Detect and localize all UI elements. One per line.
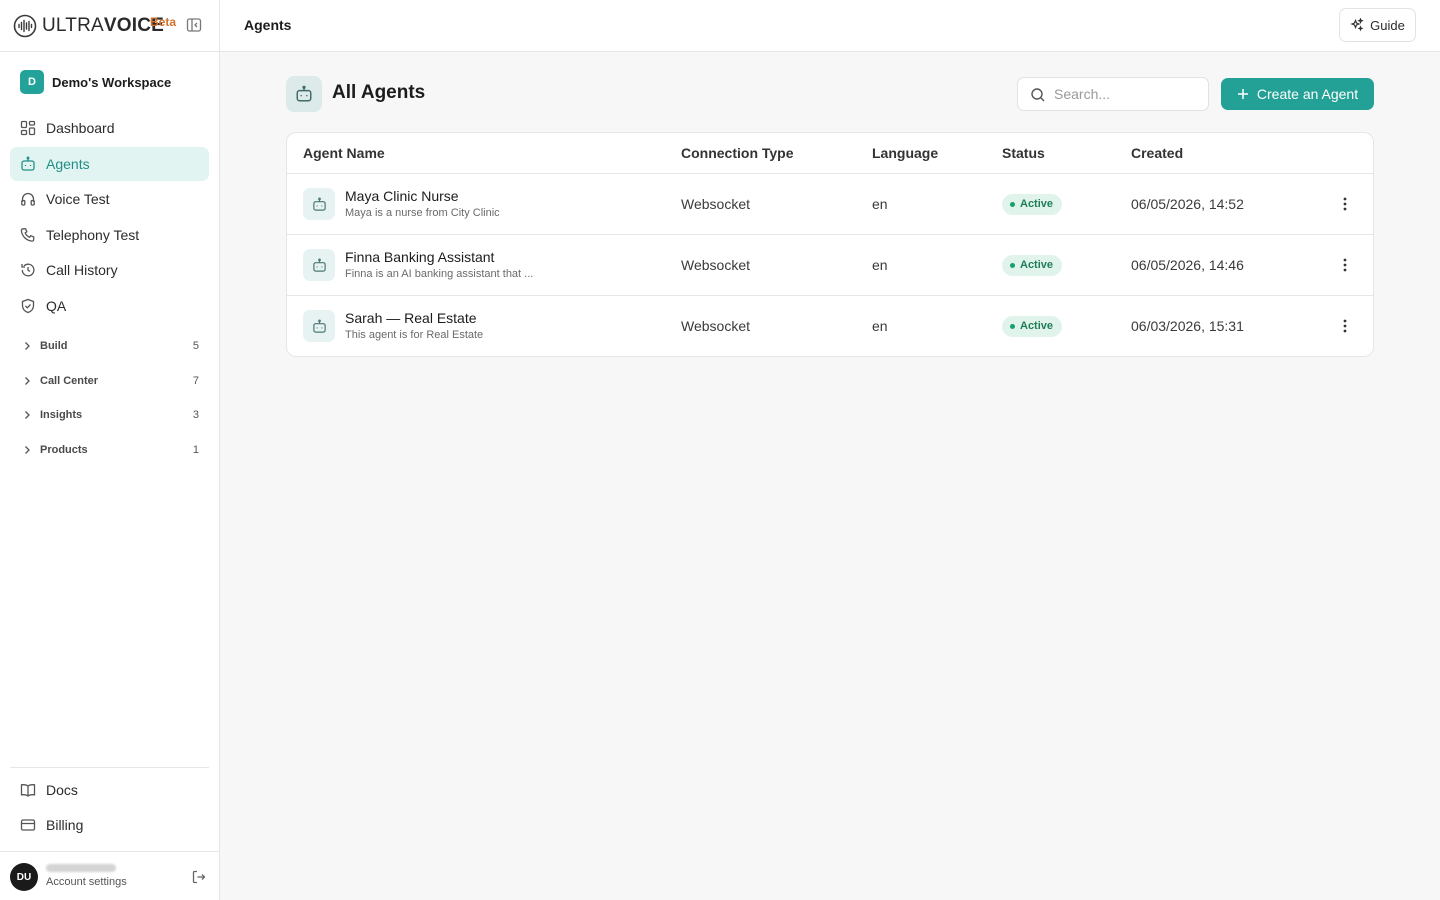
search-box (1017, 77, 1209, 111)
top-bar: Agents Guide (220, 0, 1440, 52)
sidebar-item-agents[interactable]: Agents (10, 147, 209, 181)
sidebar: ULTRAVOICE Beta D Demo's Workspace Dashb… (0, 0, 220, 900)
table-row[interactable]: Finna Banking Assistant Finna is an AI b… (287, 235, 1373, 296)
agent-avatar (303, 188, 335, 220)
column-header[interactable]: Language (872, 145, 938, 161)
status-badge: Active (1002, 255, 1063, 276)
sidebar-item-docs[interactable]: Docs (10, 773, 209, 807)
agents-table: Agent Name Connection Type Language Stat… (286, 132, 1374, 357)
created-date: 06/05/2026, 14:46 (1131, 257, 1244, 273)
bot-icon (312, 197, 326, 211)
column-header[interactable]: Status (1002, 145, 1045, 161)
row-actions-button[interactable] (1337, 255, 1353, 275)
group-count: 7 (192, 375, 199, 387)
shield-check-icon (21, 298, 35, 314)
group-count: 5 (192, 340, 199, 352)
sidebar-group-products[interactable]: Products 1 (10, 435, 209, 465)
chevron-right-icon (25, 446, 30, 454)
table-row[interactable]: Maya Clinic Nurse Maya is a nurse from C… (287, 174, 1373, 235)
brand-header: ULTRAVOICE Beta (0, 0, 219, 52)
headphones-icon (21, 192, 35, 206)
sidebar-item-billing[interactable]: Billing (10, 808, 209, 842)
row-actions-button[interactable] (1337, 194, 1353, 214)
sparkles-icon (1350, 18, 1364, 32)
agent-name: Maya Clinic Nurse (345, 188, 459, 204)
connection-type: Websocket (681, 257, 750, 273)
create-agent-button[interactable]: Create an Agent (1221, 78, 1374, 110)
sidebar-item-qa[interactable]: QA (10, 289, 209, 323)
phone-icon (20, 228, 35, 242)
column-header[interactable]: Agent Name (303, 145, 385, 161)
group-count: 1 (192, 444, 199, 456)
search-icon (1031, 88, 1045, 102)
agents-section-icon (286, 76, 322, 112)
language: en (872, 257, 888, 273)
search-input[interactable] (1054, 84, 1202, 104)
workspace-switcher[interactable]: D Demo's Workspace (10, 64, 209, 100)
sidebar-group-build[interactable]: Build 5 (10, 331, 209, 361)
logout-icon[interactable] (191, 869, 207, 885)
agent-name: Finna Banking Assistant (345, 249, 495, 265)
sidebar-item-dashboard[interactable]: Dashboard (10, 111, 209, 145)
more-vertical-icon (1343, 258, 1347, 272)
credit-card-icon (20, 819, 36, 831)
history-icon (21, 263, 35, 277)
group-count: 3 (192, 409, 199, 421)
workspace-name: Demo's Workspace (52, 74, 172, 90)
beta-badge: Beta (150, 15, 177, 29)
bot-icon (312, 258, 326, 272)
avatar: DU (10, 863, 38, 891)
book-icon (20, 784, 36, 797)
more-vertical-icon (1343, 197, 1347, 211)
sidebar-item-telephony-test[interactable]: Telephony Test (10, 218, 209, 252)
sidebar-group-call-center[interactable]: Call Center 7 (10, 366, 209, 396)
sidebar-item-voice-test[interactable]: Voice Test (10, 182, 209, 216)
chevron-right-icon (25, 411, 30, 419)
agent-description: Maya is a nurse from City Clinic (345, 207, 500, 219)
account-menu[interactable]: DU Account settings (10, 862, 209, 892)
row-actions-button[interactable] (1337, 316, 1353, 336)
section-title: All Agents (332, 82, 426, 103)
agent-avatar (303, 310, 335, 342)
status-badge: Active (1002, 316, 1063, 337)
ultravoice-logo-icon (13, 14, 37, 38)
created-date: 06/03/2026, 15:31 (1131, 318, 1244, 334)
account-settings-link[interactable]: Account settings (46, 876, 127, 888)
column-header[interactable]: Created (1131, 145, 1183, 161)
agent-name: Sarah — Real Estate (345, 310, 477, 326)
language: en (872, 196, 888, 212)
bot-icon (21, 156, 35, 171)
agent-avatar (303, 249, 335, 281)
grid-icon (20, 120, 36, 136)
sidebar-divider (0, 851, 219, 852)
status-badge: Active (1002, 194, 1063, 215)
guide-button[interactable]: Guide (1339, 8, 1416, 42)
language: en (872, 318, 888, 334)
plus-icon (1237, 89, 1248, 99)
connection-type: Websocket (681, 318, 750, 334)
brand-name: ULTRAVOICE (42, 15, 165, 36)
page-title: Agents (244, 17, 292, 33)
sidebar-divider (10, 767, 209, 768)
more-vertical-icon (1343, 319, 1347, 333)
agent-description: This agent is for Real Estate (345, 329, 484, 341)
column-header[interactable]: Connection Type (681, 145, 794, 161)
sidebar-group-insights[interactable]: Insights 3 (10, 400, 209, 430)
account-name-redacted (46, 864, 116, 872)
chevron-right-icon (25, 342, 30, 350)
workspace-avatar: D (20, 70, 44, 94)
sidebar-collapse-icon[interactable] (186, 17, 202, 33)
table-header: Agent Name Connection Type Language Stat… (287, 133, 1373, 174)
chevron-right-icon (25, 377, 30, 385)
bot-icon (296, 85, 312, 102)
table-row[interactable]: Sarah — Real Estate This agent is for Re… (287, 296, 1373, 356)
created-date: 06/05/2026, 14:52 (1131, 196, 1244, 212)
sidebar-item-call-history[interactable]: Call History (10, 253, 209, 287)
connection-type: Websocket (681, 196, 750, 212)
agent-description: Finna is an AI banking assistant that ..… (345, 268, 534, 280)
bot-icon (312, 319, 326, 333)
